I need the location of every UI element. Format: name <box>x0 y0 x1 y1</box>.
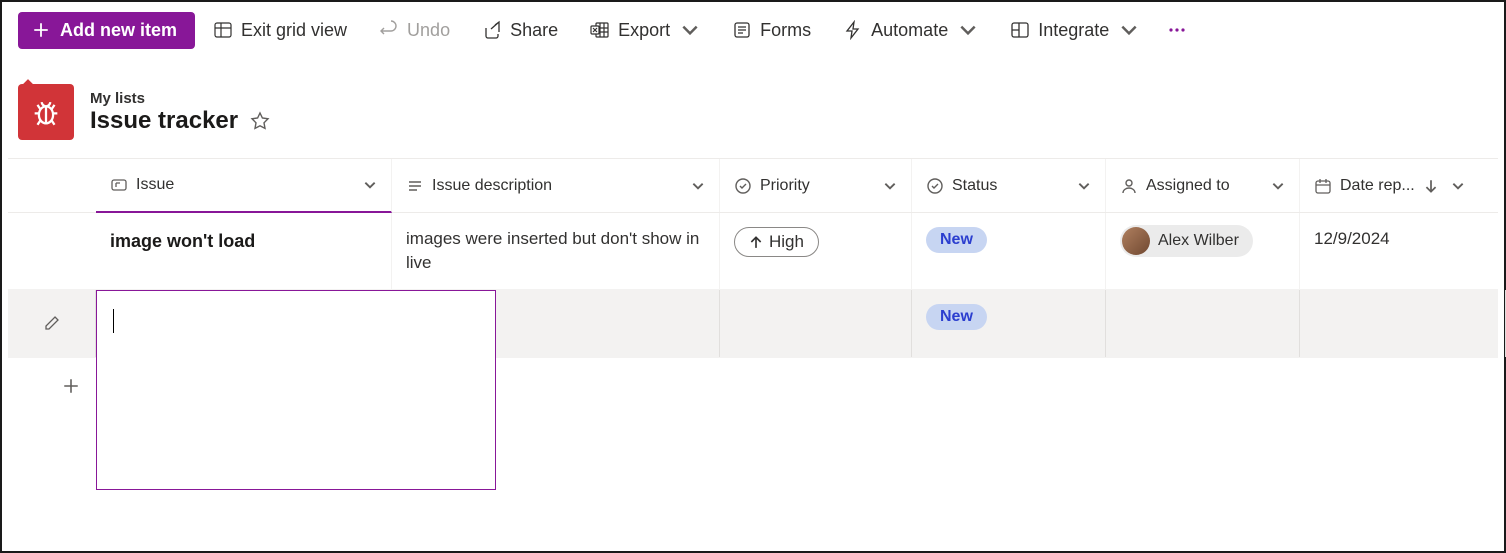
column-label: Priority <box>760 177 810 195</box>
status-pill: New <box>926 304 987 330</box>
cell-issue[interactable]: image won't load <box>96 213 392 289</box>
chevron-down-icon <box>1271 179 1285 193</box>
cell-assigned[interactable] <box>1106 290 1300 357</box>
share-button[interactable]: Share <box>468 12 572 49</box>
column-label: Issue description <box>432 177 552 195</box>
cell-priority[interactable]: High <box>720 213 912 289</box>
chevron-down-icon <box>1077 179 1091 193</box>
share-icon <box>482 20 502 40</box>
cell-status[interactable]: New <box>912 290 1106 357</box>
column-header-assigned[interactable]: Assigned to <box>1106 159 1300 212</box>
grid-header-row: Issue Issue description Priority Status … <box>8 159 1498 213</box>
issue-title: image won't load <box>110 213 255 252</box>
choice-icon <box>734 177 752 195</box>
row-selector-column <box>8 159 96 212</box>
exit-grid-view-button[interactable]: Exit grid view <box>199 12 361 49</box>
chevron-down-icon <box>691 179 705 193</box>
multiline-icon <box>406 177 424 195</box>
command-bar: Add new item Exit grid view Undo Share E… <box>2 2 1504 58</box>
chevron-down-icon <box>680 20 700 40</box>
plus-icon <box>32 21 50 39</box>
add-new-item-button[interactable]: Add new item <box>18 12 195 49</box>
priority-label: High <box>769 232 804 252</box>
share-label: Share <box>510 20 558 41</box>
column-label: Date rep... <box>1340 177 1415 195</box>
description-text: images were inserted but don't show in l… <box>406 227 705 275</box>
row-handle[interactable] <box>8 290 96 357</box>
cell-date[interactable]: 12/9/2024 <box>1300 213 1506 289</box>
column-header-description[interactable]: Issue description <box>392 159 720 212</box>
person-chip: Alex Wilber <box>1120 225 1253 257</box>
list-header: My lists Issue tracker <box>2 58 1504 158</box>
calendar-icon <box>1314 177 1332 195</box>
table-row-editing[interactable]: New <box>8 290 1498 358</box>
cell-description[interactable]: images were inserted but don't show in l… <box>392 213 720 289</box>
cell-date[interactable] <box>1300 290 1506 357</box>
avatar <box>1122 227 1150 255</box>
row-handle[interactable] <box>8 213 96 289</box>
chevron-down-icon <box>363 178 377 192</box>
column-header-priority[interactable]: Priority <box>720 159 912 212</box>
export-button[interactable]: Export <box>576 12 714 49</box>
more-icon <box>1167 20 1187 40</box>
column-label: Status <box>952 177 997 195</box>
column-label: Issue <box>136 176 174 194</box>
favorite-star-icon[interactable] <box>250 111 270 131</box>
more-actions-button[interactable] <box>1157 12 1197 48</box>
breadcrumb[interactable]: My lists <box>90 90 270 107</box>
arrow-up-icon <box>749 235 763 249</box>
cell-status[interactable]: New <box>912 213 1106 289</box>
column-header-status[interactable]: Status <box>912 159 1106 212</box>
list-tile-icon <box>18 84 74 140</box>
priority-pill: High <box>734 227 819 257</box>
cell-priority[interactable] <box>720 290 912 357</box>
exit-label: Exit grid view <box>241 20 347 41</box>
data-grid: Issue Issue description Priority Status … <box>8 158 1498 414</box>
person-name: Alex Wilber <box>1158 232 1239 250</box>
export-label: Export <box>618 20 670 41</box>
text-column-icon <box>110 176 128 194</box>
chevron-down-icon <box>1119 20 1139 40</box>
automate-label: Automate <box>871 20 948 41</box>
chevron-down-icon <box>958 20 978 40</box>
chevron-down-icon <box>883 179 897 193</box>
automate-button[interactable]: Automate <box>829 12 992 49</box>
date-text: 12/9/2024 <box>1314 213 1390 249</box>
plus-icon[interactable] <box>62 377 80 395</box>
forms-button[interactable]: Forms <box>718 12 825 49</box>
choice-icon <box>926 177 944 195</box>
undo-icon <box>379 20 399 40</box>
text-cursor <box>113 309 114 333</box>
sort-down-icon <box>1423 178 1439 194</box>
integrate-button[interactable]: Integrate <box>996 12 1153 49</box>
forms-icon <box>732 20 752 40</box>
column-header-issue[interactable]: Issue <box>96 159 392 213</box>
undo-button[interactable]: Undo <box>365 12 464 49</box>
person-icon <box>1120 177 1138 195</box>
grid-view-icon <box>213 20 233 40</box>
undo-label: Undo <box>407 20 450 41</box>
automate-icon <box>843 20 863 40</box>
integrate-icon <box>1010 20 1030 40</box>
integrate-label: Integrate <box>1038 20 1109 41</box>
forms-label: Forms <box>760 20 811 41</box>
add-label: Add new item <box>60 20 177 41</box>
issue-title-editor[interactable] <box>96 290 496 490</box>
edit-pencil-icon <box>43 314 61 332</box>
list-title: Issue tracker <box>90 107 238 135</box>
export-icon <box>590 20 610 40</box>
status-pill: New <box>926 227 987 253</box>
chevron-down-icon <box>1451 179 1465 193</box>
column-header-date[interactable]: Date rep... <box>1300 159 1506 212</box>
column-label: Assigned to <box>1146 177 1230 195</box>
bug-icon <box>29 95 63 129</box>
cell-assigned[interactable]: Alex Wilber <box>1106 213 1300 289</box>
table-row[interactable]: image won't load images were inserted bu… <box>8 213 1498 290</box>
